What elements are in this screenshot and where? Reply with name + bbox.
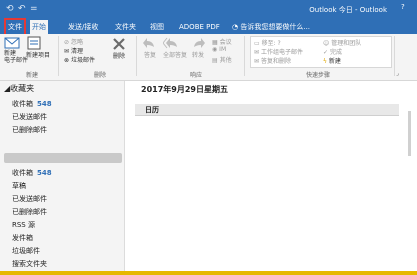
send-receive-icon[interactable]: ⟲: [6, 4, 14, 14]
outlook-today-pane: 2017年9月29日星期五 日历: [125, 81, 417, 271]
today-date: 2017年9月29日星期五: [141, 85, 228, 94]
new-email-icon: [4, 37, 20, 49]
tab-home[interactable]: 开始: [30, 20, 48, 34]
cleanup-icon: ✉: [64, 48, 70, 55]
more-respond-button[interactable]: ▤ 其他: [212, 55, 232, 64]
junk-icon: ⊗: [64, 57, 70, 64]
group-separator: [58, 36, 59, 76]
unread-count: 548: [37, 100, 52, 108]
ignore-icon: ⊘: [64, 39, 70, 46]
reply-delete-icon: ✉: [254, 58, 260, 65]
reply-button[interactable]: 答复: [142, 36, 158, 59]
quickstep-done[interactable]: ✓ 完成: [323, 47, 342, 56]
new-items-button[interactable]: 新建项目: [26, 36, 50, 59]
folder-sent[interactable]: 已发送邮件: [12, 194, 47, 204]
quick-steps-gallery: ▭ 移至: ? ✉ 工作组电子邮件 ✉ 答复和删除 ☺ 管理和团队 ✓ 完成 ϟ…: [250, 36, 392, 68]
meeting-button[interactable]: ▦ 会议: [212, 37, 232, 46]
ribbon-tabs: 文件 开始 发送/接收 文件夹 视图 ADOBE PDF ◔ 告诉我您想要做什么…: [0, 18, 417, 36]
group-separator: [136, 36, 137, 76]
calendar-section-header[interactable]: 日历: [135, 104, 399, 116]
check-icon: ✓: [323, 49, 329, 56]
reply-icon: [143, 38, 154, 48]
undo-icon[interactable]: ↶: [18, 4, 26, 14]
group-label-respond: 响应: [190, 72, 203, 79]
folder-outbox[interactable]: 发件箱: [12, 233, 33, 243]
favorites-header[interactable]: ◢收藏夹: [4, 83, 34, 94]
delete-button[interactable]: 删除: [112, 37, 126, 60]
customize-icon[interactable]: =: [30, 4, 38, 14]
forward-button[interactable]: 转发: [190, 36, 206, 59]
tab-adobe-pdf[interactable]: ADOBE PDF: [177, 20, 222, 34]
quickstep-team-email[interactable]: ✉ 工作组电子邮件: [254, 47, 303, 56]
cleanup-button[interactable]: ✉ 清理: [64, 46, 83, 55]
tell-me-box[interactable]: ◔ 告诉我您想要做什么...: [230, 20, 312, 34]
window-title: Outlook 今日 - Outlook: [309, 6, 387, 14]
new-items-icon: [27, 36, 41, 50]
tab-folder[interactable]: 文件夹: [113, 20, 138, 34]
group-separator: [394, 36, 395, 76]
quickstep-create-new[interactable]: ϟ 新建: [323, 56, 341, 65]
folder-rss[interactable]: RSS 源: [12, 220, 35, 230]
group-separator: [244, 36, 245, 76]
status-bar: [0, 271, 417, 275]
quickstep-reply-delete[interactable]: ✉ 答复和删除: [254, 56, 291, 65]
forward-icon: [194, 38, 205, 48]
group-label-new: 新建: [26, 72, 39, 79]
delete-x-icon: [113, 38, 125, 50]
im-button[interactable]: ◉ IM: [212, 46, 226, 53]
new-email-button[interactable]: 新建 电子邮件: [4, 36, 28, 64]
more-icon: ▤: [212, 57, 218, 64]
folder-icon: ▭: [254, 40, 260, 47]
tab-send-receive[interactable]: 发送/接收: [66, 20, 100, 34]
tab-view[interactable]: 视图: [148, 20, 166, 34]
lightning-icon: ϟ: [323, 58, 327, 65]
favorite-deleted[interactable]: 已删除邮件: [12, 125, 47, 135]
folder-deleted[interactable]: 已删除邮件: [12, 207, 47, 217]
quickstep-manager[interactable]: ☺ 管理和团队: [323, 38, 361, 47]
group-label-quick-steps: 快速步骤: [306, 72, 331, 79]
ignore-button[interactable]: ⊘ 忽略: [64, 37, 83, 46]
group-label-delete: 删除: [94, 72, 107, 79]
folder-pane: ◢收藏夹 收件箱 548 已发送邮件 已删除邮件 收件箱 548 草稿 已发送邮件 …: [0, 81, 125, 271]
folder-inbox[interactable]: 收件箱 548: [12, 168, 52, 178]
folder-drafts[interactable]: 草稿: [12, 181, 26, 191]
vertical-scrollbar[interactable]: [408, 111, 411, 156]
title-bar: ⟲ ↶ = Outlook 今日 - Outlook ?: [0, 0, 417, 20]
quickstep-move-to[interactable]: ▭ 移至: ?: [254, 38, 281, 47]
mail-icon: ✉: [254, 49, 260, 56]
junk-button[interactable]: ⊗ 垃圾邮件: [64, 55, 95, 64]
account-name-blurred[interactable]: [4, 153, 122, 163]
dialog-launcher-icon[interactable]: ⌟: [396, 70, 399, 77]
lightbulb-icon: ◔: [232, 23, 239, 31]
meeting-icon: ▦: [212, 39, 218, 46]
unread-count: 548: [37, 169, 52, 177]
folder-search[interactable]: 搜索文件夹: [12, 259, 47, 269]
reply-all-button[interactable]: 全部答复: [163, 36, 187, 59]
im-icon: ◉: [212, 46, 218, 53]
favorite-inbox[interactable]: 收件箱 548: [12, 99, 52, 109]
folder-junk[interactable]: 垃圾邮件: [12, 246, 40, 256]
favorite-sent[interactable]: 已发送邮件: [12, 112, 47, 122]
reply-all-icon: [163, 37, 177, 49]
manager-icon: ☺: [323, 40, 330, 47]
question-icon[interactable]: ?: [401, 3, 411, 13]
ribbon: 新建 电子邮件 新建项目 新建 ⊘ 忽略 ✉ 清理 ⊗ 垃圾邮件 删除 删除 答…: [0, 34, 417, 81]
